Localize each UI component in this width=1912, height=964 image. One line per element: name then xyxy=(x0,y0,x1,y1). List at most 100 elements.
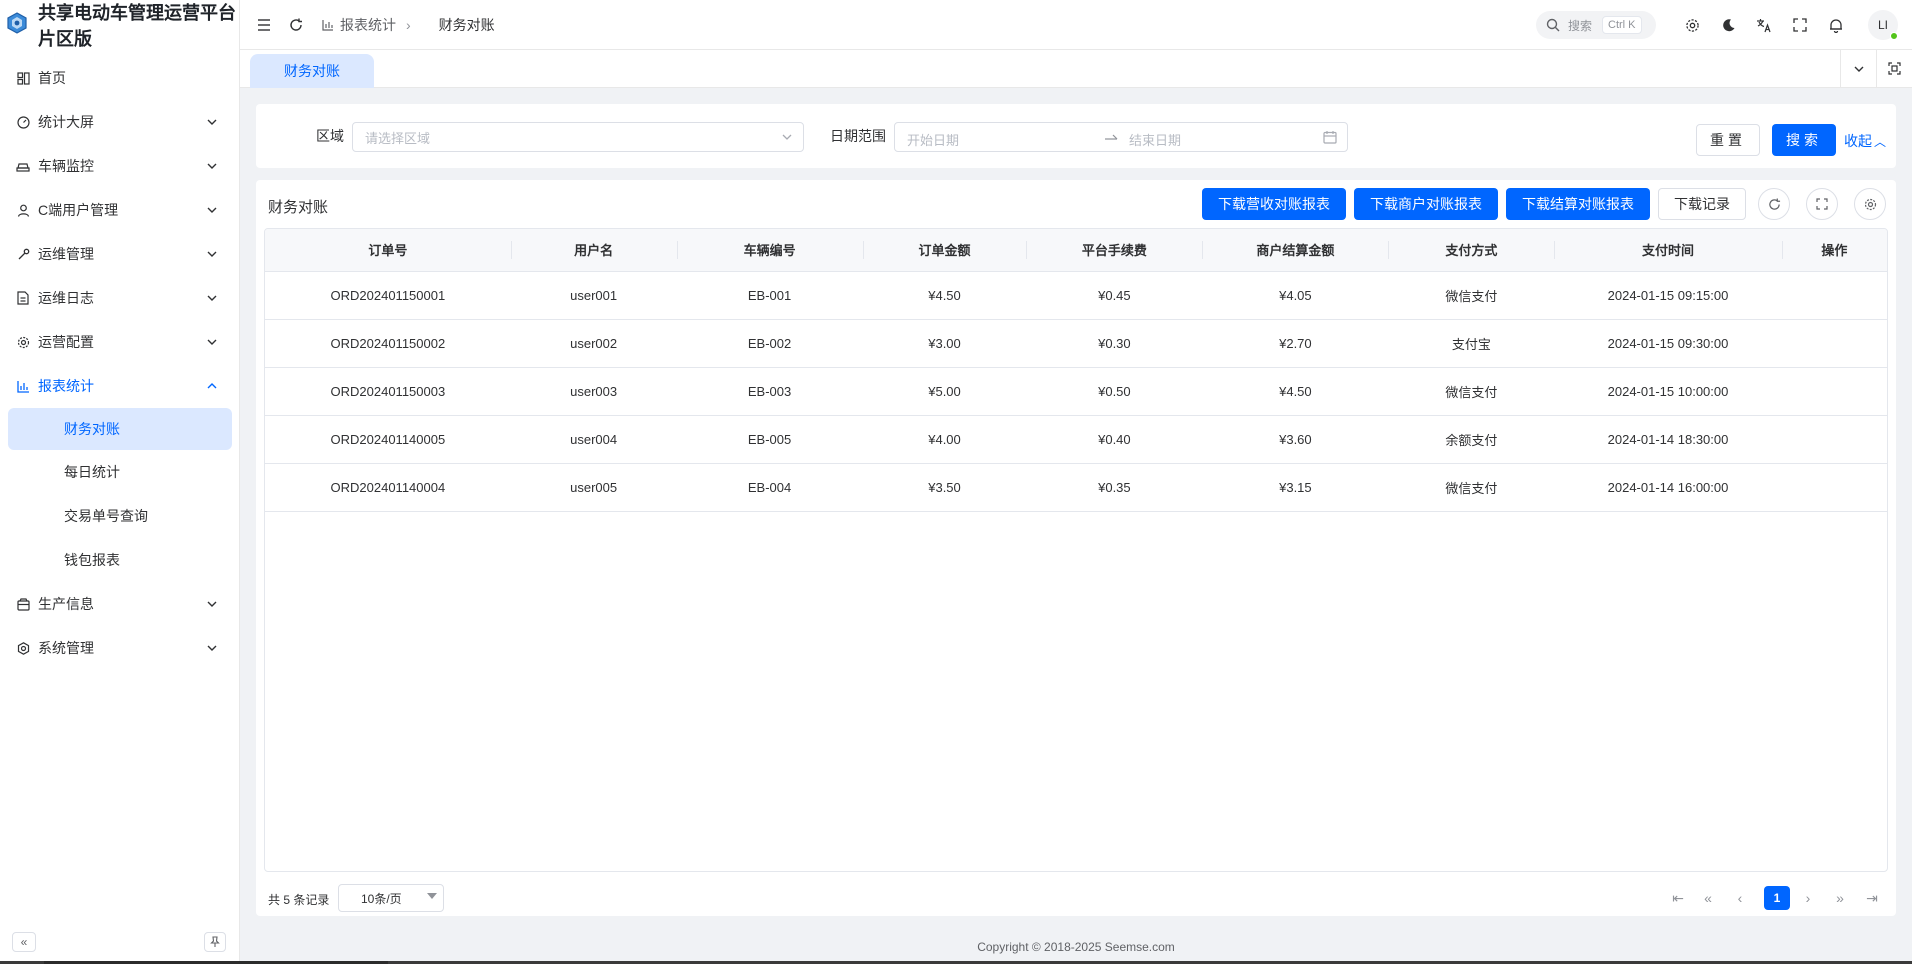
sidebar-footer: « xyxy=(0,918,240,964)
breadcrumb-parent[interactable]: 报表统计 xyxy=(322,15,396,35)
cell-order-amount: ¥3.50 xyxy=(862,463,1027,512)
column-header[interactable]: 平台手续费 xyxy=(1026,229,1203,272)
menu-label: C端用户管理 xyxy=(38,202,119,218)
search-button[interactable]: 搜索 xyxy=(1772,124,1836,156)
submenu-label: 财务对账 xyxy=(64,421,120,437)
tabs-bar: 财务对账 xyxy=(240,50,1912,88)
translate-icon[interactable] xyxy=(1746,9,1782,41)
column-header[interactable]: 操作 xyxy=(1781,229,1887,272)
menu-label: 报表统计 xyxy=(38,378,94,394)
fold-toggle[interactable]: 收起 ︿ xyxy=(1844,131,1886,151)
column-header[interactable]: 车辆编号 xyxy=(676,229,863,272)
menu-item-ops-config[interactable]: 运营配置 xyxy=(0,320,240,364)
table-row[interactable]: ORD202401150001 user001 EB-001 ¥4.50 ¥0.… xyxy=(265,271,1887,320)
chevron-down-icon xyxy=(204,158,220,174)
breadcrumb: 报表统计 › 财务对账 xyxy=(322,15,495,35)
table-row[interactable]: ORD202401140005 user004 EB-005 ¥4.00 ¥0.… xyxy=(265,415,1887,464)
top-header: 报表统计 › 财务对账 搜索 Ctrl K LI xyxy=(240,0,1912,50)
refresh-icon[interactable] xyxy=(1758,188,1790,220)
pagination: 共 5 条记录 10条/页 ⇤ « ‹ 1 › » ⇥ xyxy=(268,884,1888,912)
column-header[interactable]: 订单号 xyxy=(265,229,511,272)
cell-order-amount: ¥5.00 xyxy=(862,367,1027,416)
menu-item-ops-log[interactable]: 运维日志 xyxy=(0,276,240,320)
menu-item-stats-screen[interactable]: 统计大屏 xyxy=(0,100,240,144)
gear-icon[interactable] xyxy=(1674,9,1710,41)
column-header[interactable]: 支付方式 xyxy=(1388,229,1555,272)
cell-merchant-settlement: ¥2.70 xyxy=(1202,319,1389,368)
table-card-title: 财务对账 xyxy=(268,199,329,216)
cell-order-amount: ¥4.50 xyxy=(862,271,1027,320)
page-size-select[interactable]: 10条/页 xyxy=(338,884,444,912)
submenu-label: 钱包报表 xyxy=(64,552,120,568)
submenu-item-finance-reconcile[interactable]: 财务对账 xyxy=(8,408,232,450)
next-group-icon[interactable]: » xyxy=(1830,888,1850,908)
chevron-down-icon xyxy=(204,246,220,262)
cell-payment-time: 2024-01-14 18:30:00 xyxy=(1554,415,1782,464)
pin-icon[interactable] xyxy=(204,932,226,952)
tabs-dropdown-icon[interactable] xyxy=(1840,50,1876,87)
cell-platform-fee: ¥0.50 xyxy=(1026,367,1203,416)
filter-panel: 区域 请选择区域 日期范围 开始日期 结束日期 重置 搜索 收起 ︿ xyxy=(256,104,1896,168)
column-header[interactable]: 用户名 xyxy=(510,229,677,272)
page-number-current[interactable]: 1 xyxy=(1764,886,1790,910)
global-search[interactable]: 搜索 Ctrl K xyxy=(1536,11,1656,39)
search-shortcut: Ctrl K xyxy=(1602,16,1642,34)
cell-actions xyxy=(1781,271,1887,320)
prev-group-icon[interactable]: « xyxy=(1698,888,1718,908)
table-row[interactable]: ORD202401150002 user002 EB-002 ¥3.00 ¥0.… xyxy=(265,319,1887,368)
date-range-picker[interactable]: 开始日期 结束日期 xyxy=(894,122,1348,152)
column-header[interactable]: 商户结算金额 xyxy=(1202,229,1389,272)
reset-button[interactable]: 重置 xyxy=(1696,124,1760,156)
cell-order-no: ORD202401140004 xyxy=(265,463,511,512)
menu-item-system[interactable]: 系统管理 xyxy=(0,626,240,670)
tab-finance-reconcile[interactable]: 财务对账 xyxy=(250,54,374,88)
moon-icon[interactable] xyxy=(1710,9,1746,41)
data-table: 订单号 用户名 车辆编号 订单金额 平台手续费 商户结算金额 支付方式 支付时间… xyxy=(264,228,1888,872)
cell-order-no: ORD202401140005 xyxy=(265,415,511,464)
fullscreen-icon[interactable] xyxy=(1782,9,1818,41)
bar-chart-icon xyxy=(322,19,334,31)
chevron-down-icon xyxy=(781,131,793,143)
menu-item-production[interactable]: 生产信息 xyxy=(0,582,240,626)
menu-item-home[interactable]: 首页 xyxy=(0,56,240,100)
last-page-icon[interactable]: ⇥ xyxy=(1862,888,1882,908)
avatar-initials: LI xyxy=(1877,18,1888,32)
column-settings-icon[interactable] xyxy=(1854,188,1886,220)
menu-item-vehicle-monitor[interactable]: 车辆监控 xyxy=(0,144,240,188)
menu-item-ops-manage[interactable]: 运维管理 xyxy=(0,232,240,276)
region-select[interactable]: 请选择区域 xyxy=(352,122,804,152)
download-settlement-report-button[interactable]: 下载结算对账报表 xyxy=(1506,188,1650,220)
cell-platform-fee: ¥0.35 xyxy=(1026,463,1203,512)
table-card: 财务对账 下载营收对账报表 下载商户对账报表 下载结算对账报表 下载记录 订单号… xyxy=(256,180,1896,916)
bell-icon[interactable] xyxy=(1818,9,1854,41)
collapse-sidebar-icon[interactable]: « xyxy=(12,932,36,952)
next-page-icon[interactable]: › xyxy=(1798,888,1818,908)
download-merchant-report-button[interactable]: 下载商户对账报表 xyxy=(1354,188,1498,220)
prev-page-icon[interactable]: ‹ xyxy=(1730,888,1750,908)
refresh-icon[interactable] xyxy=(280,9,312,41)
column-header[interactable]: 支付时间 xyxy=(1554,229,1782,272)
submenu-item-daily-stats[interactable]: 每日统计 xyxy=(0,450,240,494)
download-history-button[interactable]: 下载记录 xyxy=(1658,188,1746,220)
cell-order-no: ORD202401150002 xyxy=(265,319,511,368)
cell-username: user001 xyxy=(510,271,677,320)
tab-maximize-icon[interactable] xyxy=(1876,50,1912,87)
avatar[interactable]: LI xyxy=(1868,10,1898,40)
menu-toggle-icon[interactable] xyxy=(248,9,280,41)
table-row[interactable]: ORD202401140004 user005 EB-004 ¥3.50 ¥0.… xyxy=(265,463,1887,512)
region-label: 区域 xyxy=(316,128,344,144)
chevron-down-icon xyxy=(204,202,220,218)
first-page-icon[interactable]: ⇤ xyxy=(1668,888,1688,908)
menu-label: 生产信息 xyxy=(38,596,94,612)
fullscreen-icon[interactable] xyxy=(1806,188,1838,220)
submenu-item-wallet-report[interactable]: 钱包报表 xyxy=(0,538,240,582)
menu-item-reports[interactable]: 报表统计 xyxy=(0,364,240,408)
column-header[interactable]: 订单金额 xyxy=(862,229,1027,272)
download-revenue-report-button[interactable]: 下载营收对账报表 xyxy=(1202,188,1346,220)
chevron-down-icon xyxy=(204,114,220,130)
submenu-item-txn-query[interactable]: 交易单号查询 xyxy=(0,494,240,538)
menu-item-c-users[interactable]: C端用户管理 xyxy=(0,188,240,232)
table-row[interactable]: ORD202401150003 user003 EB-003 ¥5.00 ¥0.… xyxy=(265,367,1887,416)
cell-merchant-settlement: ¥3.60 xyxy=(1202,415,1389,464)
total-records: 共 5 条记录 xyxy=(268,893,330,907)
